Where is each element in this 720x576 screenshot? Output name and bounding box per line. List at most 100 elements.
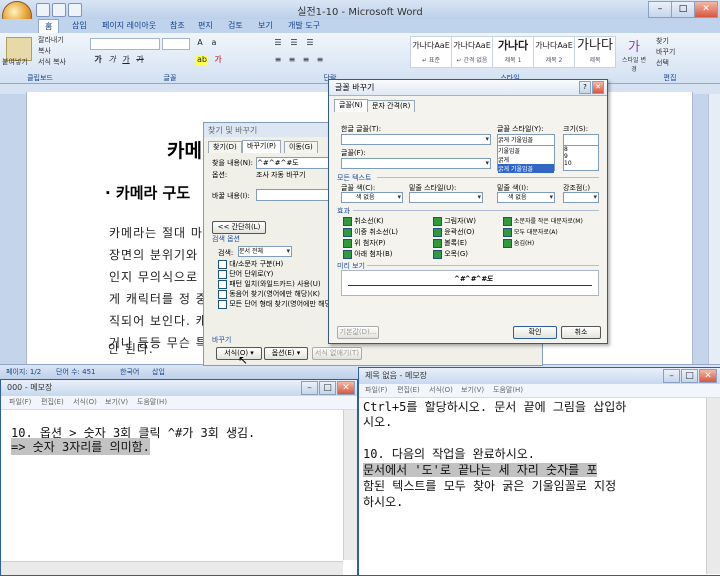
replace-button[interactable]: 바꾸기 (656, 47, 675, 57)
align-right-icon[interactable]: ≡ (300, 55, 312, 65)
menu-help[interactable]: 도움말(H) (137, 396, 167, 409)
subscript-option[interactable]: 아래 첨자(B) (343, 249, 392, 259)
vertical-scrollbar[interactable] (708, 94, 720, 364)
menu-format[interactable]: 서식(O) (429, 384, 453, 397)
whole-word-option[interactable]: 단어 단위로(Y) (218, 269, 273, 279)
font-style-list[interactable]: 기울임꼴 굵게 굵게 기울임꼴 (497, 145, 555, 173)
find-button[interactable]: 찾기 (656, 36, 669, 46)
page-count[interactable]: 페이지: 1/2 (6, 367, 41, 377)
engrave-checkbox[interactable] (433, 249, 442, 259)
tab-developer[interactable]: 개발 도구 (282, 19, 326, 33)
notepad-right-close-button[interactable]: ✕ (699, 369, 717, 383)
match-case-checkbox[interactable] (218, 259, 227, 269)
paste-button[interactable]: 붙여넣기 (2, 57, 28, 67)
find-what-input[interactable]: ^#^#^#도 (256, 157, 332, 169)
notepad-right-line[interactable]: 함된 텍스트를 모두 찾아 굵은 기울임꼴로 지정 (363, 477, 616, 494)
tab-view[interactable]: 보기 (252, 19, 279, 33)
italic-icon[interactable]: 가 (106, 55, 118, 65)
notepad-right-line[interactable]: 시오. (363, 413, 392, 430)
style-heading1[interactable]: 가나다 제목 1 (492, 36, 534, 68)
tab-replace[interactable]: 바꾸기(P) (242, 140, 282, 153)
tab-font[interactable]: 글꼴(N) (334, 99, 368, 112)
notepad-left-minimize-button[interactable]: – (301, 381, 318, 395)
align-left-icon[interactable]: ≡ (272, 55, 284, 65)
all-caps-checkbox[interactable] (503, 228, 512, 237)
less-button[interactable]: << 간단히(L) (212, 221, 266, 234)
shrink-font-icon[interactable]: a (208, 38, 220, 48)
sounds-like-checkbox[interactable] (218, 289, 227, 299)
style-title[interactable]: 가나다 제목 (574, 36, 616, 68)
font-select[interactable] (341, 158, 491, 169)
font-name-box[interactable] (90, 38, 160, 50)
help-button[interactable]: ? (579, 81, 591, 94)
all-caps-option[interactable]: 모두 대문자로(A) (503, 227, 558, 237)
superscript-checkbox[interactable] (343, 238, 352, 248)
minimize-button[interactable]: – (648, 1, 672, 18)
small-caps-checkbox[interactable] (503, 217, 512, 226)
double-strikethrough-checkbox[interactable] (343, 227, 352, 237)
cancel-button[interactable]: 취소 (561, 326, 601, 339)
notepad-right-line[interactable]: 10. 다음의 작업을 완료하시오. (363, 445, 535, 462)
language-indicator[interactable]: 한국어 (120, 367, 139, 377)
style-heading2[interactable]: 가나다AaE 제목 2 (533, 36, 575, 68)
strikethrough-checkbox[interactable] (343, 216, 352, 226)
justify-icon[interactable]: ≡ (314, 55, 326, 65)
notepad-left-line-selected[interactable]: => 숫자 3자리를 의미함. (11, 438, 150, 455)
no-formatting-button[interactable]: 서식 없애기(T) (312, 347, 362, 360)
hangul-font-select[interactable] (341, 134, 491, 145)
ok-button[interactable]: 확인 (513, 326, 557, 339)
notepad-left-h-scrollbar[interactable] (1, 561, 343, 575)
word-count[interactable]: 단어 수: 451 (56, 367, 96, 377)
numbering-icon[interactable]: ☰ (288, 38, 300, 48)
size-option[interactable]: 10 (564, 160, 598, 167)
format-painter-button[interactable]: 서식 복사 (38, 57, 66, 67)
notepad-right-line-selected[interactable]: 문서에서 '도'로 끝나는 세 자리 숫자를 포 (363, 463, 598, 477)
font-color-icon[interactable]: 가 (212, 55, 224, 65)
tab-page-layout[interactable]: 페이지 레이아웃 (96, 19, 162, 33)
wildcards-checkbox[interactable] (218, 279, 227, 289)
font-style-option[interactable]: 기울임꼴 (498, 146, 554, 155)
whole-word-checkbox[interactable] (218, 269, 227, 279)
grow-font-icon[interactable]: A (194, 38, 206, 48)
cut-button[interactable]: 잘라내기 (38, 35, 64, 45)
menu-format[interactable]: 서식(O) (73, 396, 97, 409)
tab-references[interactable]: 참조 (164, 19, 191, 33)
menu-edit[interactable]: 편집(E) (397, 384, 420, 397)
font-style-option[interactable]: 굵게 (498, 155, 554, 164)
style-normal[interactable]: 가나다AaE ↵ 표준 (410, 36, 452, 68)
select-button[interactable]: 선택 (656, 58, 669, 68)
font-color-select[interactable]: 색 없음 (341, 192, 403, 203)
font-size-box[interactable] (162, 38, 190, 50)
tab-home[interactable]: 홈 (38, 19, 60, 33)
superscript-option[interactable]: 위 첨자(P) (343, 238, 385, 248)
multilevel-list-icon[interactable]: ☰ (304, 38, 316, 48)
small-caps-option[interactable]: 소문자를 작은 대문자로(M) (503, 216, 583, 226)
undo-icon[interactable] (52, 3, 66, 17)
notepad-left-scrollbar[interactable] (343, 410, 357, 560)
menu-file[interactable]: 파일(F) (9, 396, 31, 409)
notepad-left-close-button[interactable]: ✕ (337, 381, 355, 395)
menu-help[interactable]: 도움말(H) (493, 384, 523, 397)
outline-checkbox[interactable] (433, 227, 442, 237)
special-dropdown-button[interactable]: 옵션(E) ▾ (264, 347, 308, 360)
menu-edit[interactable]: 편집(E) (41, 396, 64, 409)
tab-review[interactable]: 검토 (222, 19, 249, 33)
default-button[interactable]: 기본값(D)... (337, 326, 379, 339)
notepad-right-maximize-button[interactable]: □ (681, 369, 698, 383)
close-button[interactable]: ✕ (694, 1, 718, 18)
size-option[interactable]: 8 (564, 146, 598, 153)
hidden-checkbox[interactable] (503, 239, 512, 248)
match-case-option[interactable]: 대/소문자 구분(H) (218, 259, 283, 269)
font-dialog-close-button[interactable]: ✕ (592, 81, 604, 94)
engrave-option[interactable]: 오목(G) (433, 249, 468, 259)
maximize-button[interactable]: □ (671, 1, 695, 18)
save-icon[interactable] (36, 3, 50, 17)
tab-find[interactable]: 찾기(D) (208, 141, 242, 153)
redo-icon[interactable] (68, 3, 82, 17)
notepad-right-line[interactable]: Ctrl+5를 할당하시오. 문서 끝에 그림을 삽입하 (363, 398, 626, 415)
insert-mode[interactable]: 삽입 (152, 367, 165, 377)
copy-button[interactable]: 복사 (38, 46, 51, 56)
size-list[interactable]: 8 9 10 (563, 145, 599, 171)
tab-mailings[interactable]: 편지 (192, 19, 219, 33)
all-word-forms-checkbox[interactable] (218, 299, 227, 309)
